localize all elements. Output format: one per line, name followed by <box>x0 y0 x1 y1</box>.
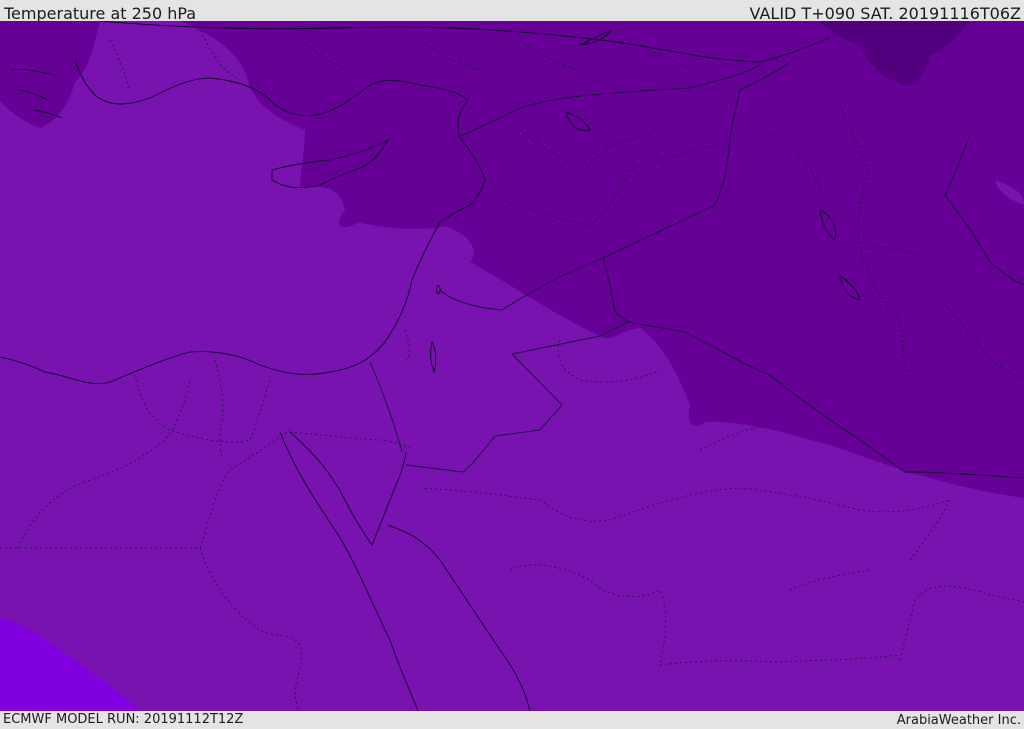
temperature-map <box>0 21 1024 711</box>
header-bar: Temperature at 250 hPa VALID T+090 SAT. … <box>0 0 1024 23</box>
map-title: Temperature at 250 hPa <box>4 4 197 23</box>
footer-bar: ECMWF MODEL RUN: 20191112T12Z ArabiaWeat… <box>0 711 1024 729</box>
model-run-label: ECMWF MODEL RUN: 20191112T12Z <box>3 712 244 727</box>
credit-label: ArabiaWeather Inc. <box>896 713 1021 728</box>
page: Temperature at 250 hPa VALID T+090 SAT. … <box>0 0 1024 729</box>
valid-time-label: VALID T+090 SAT. 20191116T06Z <box>749 4 1021 23</box>
